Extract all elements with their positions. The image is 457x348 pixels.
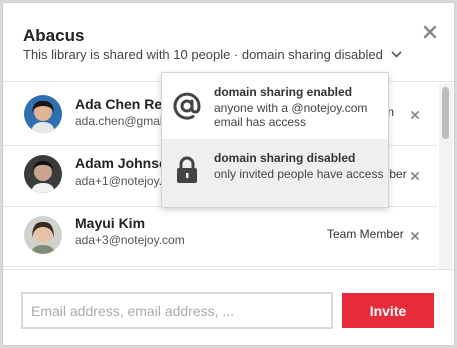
member-list-scrollbar[interactable] — [439, 83, 453, 269]
divider — [3, 266, 437, 267]
option-domain-sharing-disabled[interactable]: domain sharing disabled only invited peo… — [162, 139, 388, 207]
invite-email-input[interactable] — [21, 292, 333, 329]
option-description: only invited people have access — [214, 167, 384, 181]
lock-icon — [172, 153, 202, 187]
domain-sharing-dropdown: domain sharing enabled anyone with a @no… — [161, 72, 389, 208]
option-description: anyone with a @notejoy.com email has acc… — [214, 101, 368, 129]
option-title: domain sharing disabled — [214, 151, 356, 165]
member-email: ada.chen@gmail. — [75, 114, 169, 128]
member-name: Mayui Kim — [75, 215, 146, 231]
member-name: Adam Johnso — [75, 155, 168, 171]
share-modal: Abacus This library is shared with 10 pe… — [2, 2, 455, 346]
remove-member-icon[interactable] — [409, 169, 421, 181]
member-row: Mayui Kim ada+3@notejoy.com Team Member — [3, 206, 437, 267]
option-domain-sharing-enabled[interactable]: domain sharing enabled anyone with a @no… — [162, 73, 388, 139]
close-icon[interactable] — [420, 22, 440, 42]
scroll-thumb[interactable] — [442, 87, 449, 139]
sharing-summary-text: This library is shared with 10 people · … — [23, 47, 383, 62]
avatar — [24, 95, 62, 133]
member-role[interactable]: Team Member — [327, 227, 404, 241]
avatar — [24, 216, 62, 254]
member-email: ada+3@notejoy.com — [75, 233, 185, 247]
sharing-summary[interactable]: This library is shared with 10 people · … — [23, 47, 405, 62]
invite-button[interactable]: Invite — [342, 293, 434, 328]
avatar — [24, 155, 62, 193]
chevron-down-icon[interactable] — [389, 48, 405, 62]
invite-bar: Invite — [3, 269, 454, 345]
remove-member-icon[interactable] — [409, 229, 421, 241]
at-icon — [172, 89, 202, 123]
page-title: Abacus — [23, 26, 85, 45]
member-name: Ada Chen Rei — [75, 96, 167, 112]
remove-member-icon[interactable] — [409, 108, 421, 120]
option-title: domain sharing enabled — [214, 85, 353, 99]
